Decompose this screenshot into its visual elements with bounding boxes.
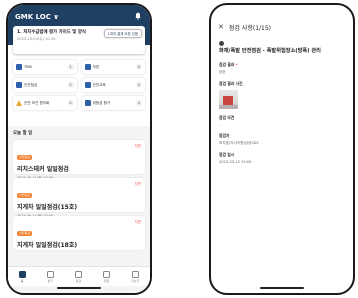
detail-header: ✕ 점검 사항(1/15) xyxy=(211,16,353,38)
notice-card[interactable]: 1. 처지수급법에 평가 가이드 및 양식 2023-10-04(수) 10:3… xyxy=(13,26,145,54)
home-icon xyxy=(18,270,26,278)
bullet-icon xyxy=(219,41,224,46)
menu-label: 위험성 평가 xyxy=(92,100,111,105)
photo-label: 점검 결과 사진 xyxy=(219,81,243,86)
menu-label: TBM xyxy=(24,65,32,69)
tab-label: 홈 xyxy=(20,278,24,283)
clipboard-icon xyxy=(16,64,22,70)
tab-label: 평가 xyxy=(47,278,53,283)
tab-more[interactable]: 더보기 xyxy=(131,270,140,283)
task-card[interactable]: 안전점검 지연 리치스태커 일일점검 2024-06-11(화) 07:00 정… xyxy=(13,140,145,186)
task-tag: 안전점검 xyxy=(17,192,33,198)
task-card[interactable]: 안전점검 지연 지게차 일일점검(18호) xyxy=(13,216,145,250)
menu-item-tbm[interactable]: TBM 2 xyxy=(13,60,77,74)
inspection-heading: 화재/폭발 안전점검 - 폭발위험장소(방폭) 관리 xyxy=(219,48,321,54)
phone-frame-left: GMK LOC ∨ 1. 처지수급법에 평가 가이드 및 양식 2023-10-… xyxy=(6,3,152,295)
inspection-detail-screen: ✕ 점검 사항(1/15) 화재/폭발 안전점검 - 폭발위험장소(방폭) 관리… xyxy=(211,5,353,293)
tab-label: 더보기 xyxy=(131,278,140,283)
inspection-date-value: 2023-03-15 15:00 xyxy=(219,160,252,164)
required-mark: * xyxy=(235,62,238,67)
menu-grid: TBM 2 작업 0 안전점검 0 안전교육 0 안전 보건 협의회 0 위험성… xyxy=(13,60,145,110)
task-tag: 안전점검 xyxy=(17,230,33,236)
clipboard-icon xyxy=(46,270,54,278)
task-status: 지연 xyxy=(134,220,141,224)
check-icon xyxy=(16,82,22,88)
menu-item-safety-education[interactable]: 안전교육 0 xyxy=(81,78,145,92)
menu-label: 안전교육 xyxy=(92,82,106,87)
home-indicator xyxy=(260,287,304,289)
tab-assessment[interactable]: 평가 xyxy=(46,270,54,283)
result-value: 양호 xyxy=(219,70,226,74)
home-screen: GMK LOC ∨ 1. 처지수급법에 평가 가이드 및 양식 2023-10-… xyxy=(8,5,150,293)
approval-request-button[interactable]: 1개의 결재 요청 있음 xyxy=(103,29,142,38)
task-title: 리치스태커 일일점검 xyxy=(17,166,69,173)
task-title: 지게차 일일점검(15호) xyxy=(17,204,78,211)
warning-icon xyxy=(16,100,22,106)
page-title: 점검 사항(1/15) xyxy=(228,24,272,32)
inspection-photo[interactable] xyxy=(219,90,238,109)
warning-icon xyxy=(102,270,110,278)
menu-item-safety-inspection[interactable]: 안전점검 0 xyxy=(13,78,77,92)
phone-frame-right: ✕ 점검 사항(1/15) 화재/폭발 안전점검 - 폭발위험장소(방폭) 관리… xyxy=(209,3,355,295)
tab-label: 위험 xyxy=(103,278,110,283)
list-icon xyxy=(84,64,91,70)
result-label: 점검 결과 * xyxy=(219,62,345,68)
close-icon[interactable]: ✕ xyxy=(218,23,224,31)
task-card[interactable]: 안전점검 지연 지게차 일일점검(15호) 2024-06-11(화) 07:0… xyxy=(13,178,145,224)
bell-icon[interactable] xyxy=(134,12,142,20)
document-icon xyxy=(84,100,91,106)
grid-icon xyxy=(131,270,139,278)
bottom-tab-bar: 홈 평가 점검 위험 더보기 xyxy=(8,266,150,286)
detail-body: 화재/폭발 안전점검 - 폭발위험장소(방폭) 관리 점검 결과 * 양호 점검… xyxy=(211,38,353,167)
task-status: 지연 xyxy=(134,182,141,186)
inspection-date-label: 점검 일시 xyxy=(219,152,235,157)
menu-count: 0 xyxy=(67,100,74,106)
today-title: 오늘 할 일 xyxy=(13,131,33,136)
opinion-label: 점검 의견 xyxy=(219,115,235,120)
menu-count: 0 xyxy=(136,82,142,88)
task-status: 지연 xyxy=(134,144,141,148)
check-icon xyxy=(74,270,82,278)
tab-home[interactable]: 홈 xyxy=(18,270,26,283)
menu-count: 0 xyxy=(136,100,142,106)
menu-item-safety-council[interactable]: 안전 보건 협의회 0 xyxy=(13,96,77,110)
home-indicator xyxy=(57,287,101,289)
menu-label: 안전점검 xyxy=(24,82,38,87)
menu-label: 안전 보건 협의회 xyxy=(24,100,50,105)
menu-count: 2 xyxy=(67,64,74,70)
tab-inspection[interactable]: 점검 xyxy=(74,270,82,283)
inspector-value: 허지훈(자사직원/삼성SDS xyxy=(219,141,259,145)
opinion-value: - xyxy=(219,123,221,127)
task-tag: 안전점검 xyxy=(17,154,33,160)
menu-count: 0 xyxy=(67,82,74,88)
education-icon xyxy=(84,82,91,88)
status-bar xyxy=(211,5,353,14)
result-label-text: 점검 결과 xyxy=(219,62,235,67)
menu-item-work[interactable]: 작업 0 xyxy=(81,60,145,74)
inspector-label: 점검자 xyxy=(219,133,230,138)
site-selector[interactable]: GMK LOC ∨ xyxy=(15,13,59,21)
tab-risk[interactable]: 위험 xyxy=(102,270,110,283)
menu-count: 0 xyxy=(136,64,142,70)
menu-item-risk-assessment[interactable]: 위험성 평가 0 xyxy=(81,96,145,110)
menu-label: 작업 xyxy=(92,64,100,69)
task-title: 지게차 일일점검(18호) xyxy=(17,242,78,249)
tab-label: 점검 xyxy=(75,278,82,283)
